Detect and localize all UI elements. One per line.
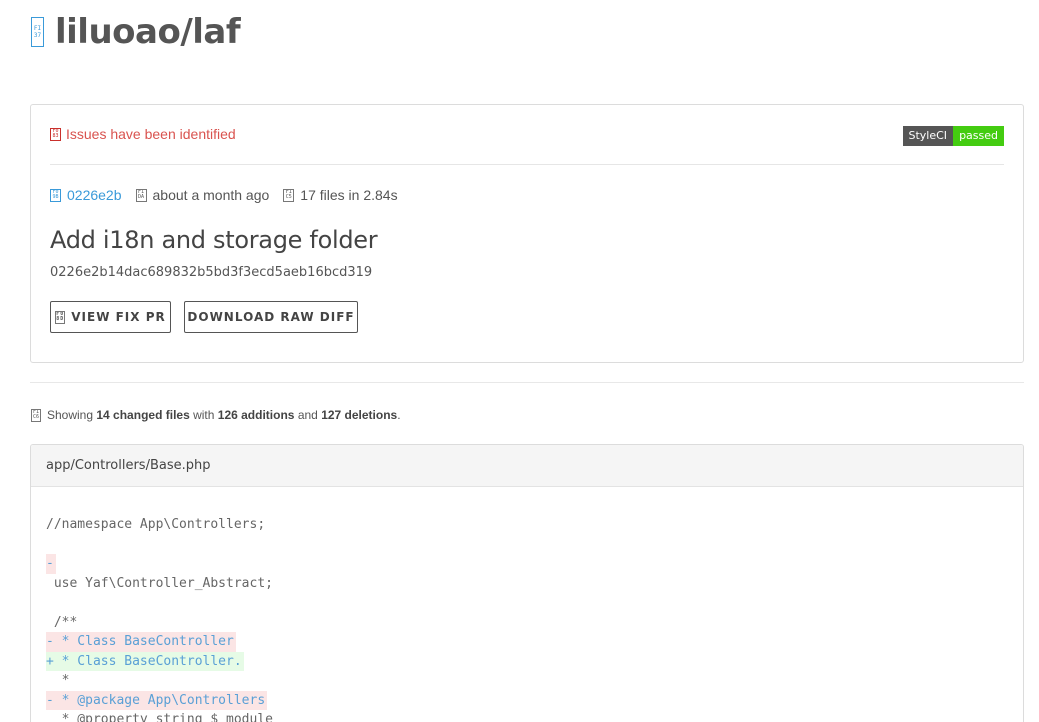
full-sha: 0226e2b14dac689832b5bd3f3ecd5aeb16bcd319 bbox=[50, 265, 373, 280]
code-line: /** bbox=[46, 613, 275, 633]
analysis-panel: F0 83 Issues have been identified StyleCI… bbox=[30, 104, 1024, 363]
badge-value: passed bbox=[953, 126, 1004, 146]
download-raw-diff-button[interactable]: DOWNLOAD RAW DIFF bbox=[184, 301, 358, 333]
commit-title: Add i18n and storage folder bbox=[50, 226, 378, 254]
section-divider bbox=[30, 382, 1024, 383]
summary-prefix: Showing bbox=[47, 408, 94, 422]
code-line: + * Class BaseController. bbox=[46, 651, 275, 671]
badge-label: StyleCI bbox=[902, 126, 954, 146]
divider bbox=[50, 164, 1004, 165]
commit-sha-link[interactable]: F0 9B 0226e2b bbox=[50, 187, 122, 203]
code-line-text: * bbox=[46, 673, 70, 688]
download-raw-diff-label: DOWNLOAD RAW DIFF bbox=[187, 310, 355, 324]
short-sha[interactable]: 0226e2b bbox=[67, 187, 122, 203]
summary-suffix: . bbox=[397, 408, 401, 422]
status-alert: F0 83 Issues have been identified bbox=[50, 126, 236, 142]
file-path[interactable]: app/Controllers/Base.php bbox=[31, 445, 1023, 487]
diff-icon: F1 C6 bbox=[31, 408, 41, 422]
code-line-text: /** bbox=[46, 614, 78, 630]
summary-with: with bbox=[193, 408, 215, 422]
alert-icon: F0 83 bbox=[50, 127, 61, 141]
code-line: - * @package App\Controllers bbox=[46, 690, 275, 710]
code-line-text: - * @package App\Controllers bbox=[46, 690, 268, 710]
commit-time: F1 DA about a month ago bbox=[135, 187, 270, 203]
styleci-badge[interactable]: StyleCI passed bbox=[902, 126, 1004, 146]
summary-and: and bbox=[297, 408, 318, 422]
commit-meta: F0 9B 0226e2b F1 DA about a month ago F1 C5… bbox=[50, 187, 412, 203]
code-line-text: //namespace App\Controllers; bbox=[46, 517, 266, 532]
code-block: //namespace App\Controllers; - use Yaf\Co… bbox=[46, 515, 275, 722]
files-info-text: 17 files in 2.84s bbox=[300, 187, 398, 203]
diff-summary: F1 C6 Showing 14 changed files with 126 a… bbox=[31, 408, 401, 422]
summary-deletions: 127 deletions bbox=[321, 408, 398, 422]
repo-title[interactable]: liluoao/laf bbox=[55, 12, 241, 52]
code-line-text: - bbox=[46, 554, 56, 574]
code-line-text: - * Class BaseController bbox=[46, 632, 236, 652]
files-icon: F1 C5 bbox=[283, 188, 295, 202]
view-fix-pr-button[interactable]: F0 8D VIEW FIX PR bbox=[50, 301, 171, 333]
summary-additions: 126 additions bbox=[217, 408, 295, 422]
code-line: * bbox=[46, 671, 275, 691]
status-message: Issues have been identified bbox=[66, 126, 236, 142]
commit-icon: F0 9B bbox=[50, 188, 61, 202]
repo-header: FI 37 liluoao/laf bbox=[31, 10, 241, 54]
pull-request-icon: F0 8D bbox=[55, 310, 66, 324]
code-line: - bbox=[46, 554, 275, 574]
code-line: //namespace App\Controllers; bbox=[46, 515, 275, 535]
time-text: about a month ago bbox=[152, 187, 270, 203]
file-diff: app/Controllers/Base.php //namespace App… bbox=[30, 444, 1024, 722]
code-line-text: use Yaf\Controller_Abstract; bbox=[46, 575, 273, 591]
file-code-icon: FI 37 bbox=[31, 17, 44, 47]
code-line: * @property string $ module bbox=[46, 710, 275, 722]
code-line: - * Class BaseController bbox=[46, 632, 275, 652]
files-info: F1 C5 17 files in 2.84s bbox=[283, 187, 398, 203]
view-fix-pr-label: VIEW FIX PR bbox=[71, 310, 166, 324]
summary-changed-files: 14 changed files bbox=[96, 408, 190, 422]
code-line-text: + * Class BaseController. bbox=[46, 651, 244, 671]
clock-icon: F1 DA bbox=[135, 188, 147, 202]
code-line: use Yaf\Controller_Abstract; bbox=[46, 574, 275, 594]
code-line-text: * @property string $ module bbox=[46, 712, 273, 722]
